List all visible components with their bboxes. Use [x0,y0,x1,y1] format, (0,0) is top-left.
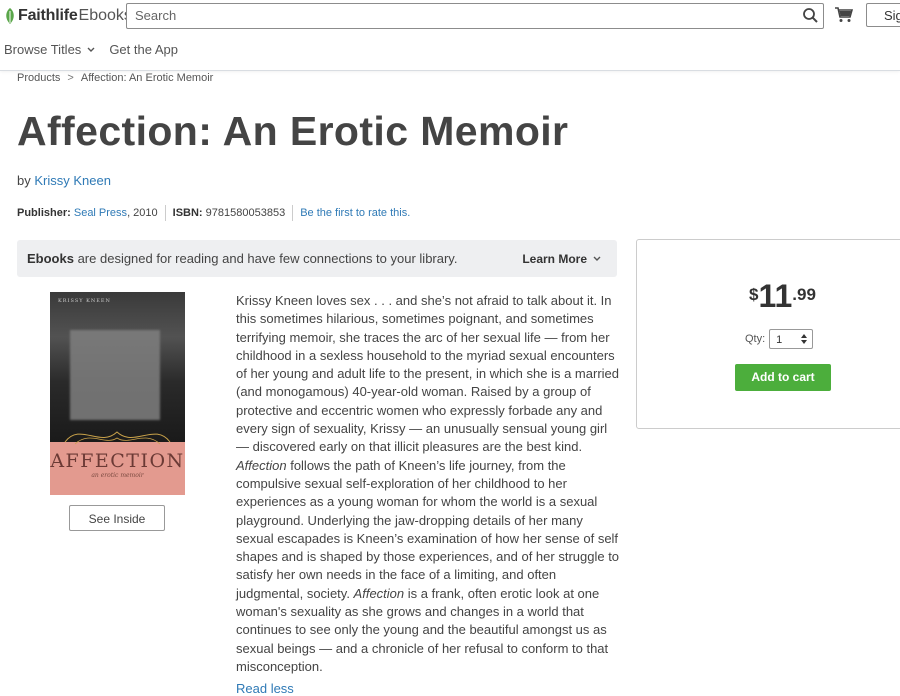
logo-product: Ebooks [78,7,132,24]
logo-brand: Faithlife [18,7,78,24]
site-header: Faithlife Ebooks Sig Browse Titles Get t… [0,0,900,71]
nav-get-the-app[interactable]: Get the App [109,42,178,57]
nav-browse-titles[interactable]: Browse Titles [4,42,95,57]
publisher-link[interactable]: Seal Press [74,207,127,219]
description-italic-2: Affection [353,585,405,601]
search-icon[interactable] [802,7,819,24]
search-input[interactable] [127,4,783,26]
ebook-notice: Ebooks are designed for reading and have… [17,240,617,277]
nav-get-the-app-label: Get the App [109,42,178,57]
cover-subtitle-text: an erotic memoir [91,472,144,479]
stepper-arrows-icon[interactable] [800,333,808,345]
add-to-cart-button[interactable]: Add to cart [735,364,831,391]
leaf-logo-icon [6,8,14,24]
quantity-stepper[interactable]: 1 [769,329,814,349]
notice-body: are designed for reading and have few co… [73,251,458,266]
notice-bold: Ebooks [27,251,74,266]
meta-divider [292,205,294,221]
isbn-value: 9781580053853 [205,207,286,219]
isbn-label: ISBN: [172,207,203,219]
by-prefix: by [17,173,31,188]
notice-text: Ebooks are designed for reading and have… [27,251,457,266]
product-description: Krissy Kneen loves sex . . . and she’s n… [236,292,620,676]
top-nav: Browse Titles Get the App [4,42,192,57]
meta-divider [164,205,166,221]
book-cover[interactable]: KRISSY KNEEN AFFECTION an erotic memoir [50,292,185,495]
breadcrumb-products[interactable]: Products [17,72,60,84]
description-text-1: Krissy Kneen loves sex . . . and she’s n… [236,293,619,455]
breadcrumb-separator: > [67,72,74,84]
description-text-2: follows the path of Kneen’s life journey… [236,457,620,601]
product-meta: Publisher: Seal Press, 2010 ISBN: 978158… [17,205,410,221]
purchase-card: $11.99 Qty: 1 Add to cart [636,239,900,429]
chevron-down-icon [87,47,95,52]
page-title: Affection: An Erotic Memoir [17,108,569,154]
qty-label: Qty: [745,333,766,345]
author-link[interactable]: Krissy Kneen [34,173,111,188]
description-paragraph: Krissy Kneen loves sex . . . and she’s n… [236,292,620,676]
breadcrumb: Products > Affection: An Erotic Memoir [17,72,213,84]
price: $11.99 [749,278,816,314]
quantity: Qty: 1 [745,329,814,349]
see-inside-button[interactable]: See Inside [69,505,165,531]
cover-title-text: AFFECTION [50,450,185,472]
publisher-label: Publisher: [17,207,71,219]
nav-browse-titles-label: Browse Titles [4,42,82,57]
search-box [126,3,824,29]
sign-in-button[interactable]: Sig [866,3,900,27]
ornament-icon [64,431,171,445]
price-whole: 11 [758,278,793,314]
rate-link[interactable]: Be the first to rate this. [300,207,410,219]
qty-value: 1 [776,334,783,346]
description-italic-1: Affection [236,457,287,473]
cover-blurred-area [70,330,160,420]
faithlife-ebooks-logo[interactable]: Faithlife Ebooks [4,5,132,27]
publish-year: , 2010 [127,207,158,219]
learn-more-button[interactable]: Learn More [522,252,601,266]
learn-more-label: Learn More [522,252,587,266]
cover-author-text: KRISSY KNEEN [58,298,111,304]
byline: by Krissy Kneen [17,173,111,188]
breadcrumb-current: Affection: An Erotic Memoir [80,72,214,84]
price-currency: $ [749,285,759,304]
cart-icon[interactable] [835,7,853,23]
chevron-down-icon [593,256,601,261]
price-cents: .99 [792,285,816,304]
